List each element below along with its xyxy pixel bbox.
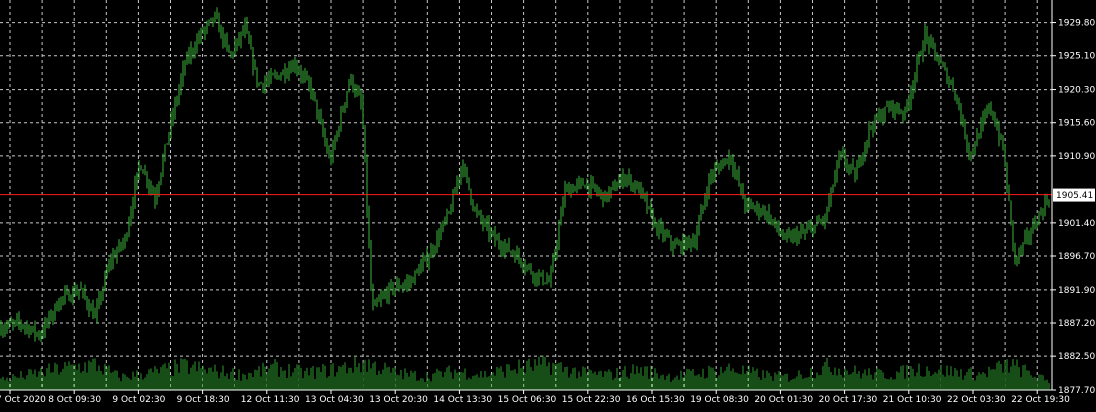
x-axis: 7 Oct 2020 8 Oct 09:30 9 Oct 02:30 9 Oct 18… — [0, 389, 1070, 405]
x-tick-label: 21 Oct 10:30 — [883, 395, 942, 405]
price-chart[interactable]: 1929.80 1925.10 1920.30 1915.60 1910.90 1901.… — [0, 0, 1096, 408]
y-tick-label: 1896.70 — [1058, 252, 1095, 262]
x-tick-label: 8 Oct 09:30 — [48, 395, 101, 405]
y-tick-label: 1910.90 — [1058, 152, 1095, 162]
y-tick-label: 1925.10 — [1058, 52, 1095, 62]
x-tick-label: 16 Oct 15:30 — [626, 395, 685, 405]
x-tick-label: 9 Oct 02:30 — [112, 395, 165, 405]
y-tick-label: 1929.80 — [1058, 19, 1095, 29]
x-tick-label: 13 Oct 04:30 — [305, 395, 364, 405]
chart-svg: 1929.80 1925.10 1920.30 1915.60 1910.90 1901.… — [0, 0, 1095, 405]
y-tick-label: 1891.90 — [1058, 286, 1095, 296]
current-price-label: 1905.41 — [1053, 188, 1095, 202]
x-tick-label: 22 Oct 19:30 — [1011, 395, 1070, 405]
x-tick-label: 13 Oct 20:30 — [369, 395, 428, 405]
x-tick-label: 12 Oct 11:30 — [241, 395, 300, 405]
y-tick-label: 1920.30 — [1058, 86, 1095, 96]
y-tick-label: 1887.20 — [1058, 319, 1095, 329]
current-price-text: 1905.41 — [1056, 191, 1093, 201]
x-tick-label: 15 Oct 22:30 — [562, 395, 621, 405]
y-tick-label: 1882.50 — [1058, 352, 1095, 362]
y-tick-label: 1915.60 — [1058, 119, 1095, 129]
x-tick-label: 20 Oct 01:30 — [754, 395, 813, 405]
x-tick-label: 20 Oct 17:30 — [819, 395, 878, 405]
x-tick-label: 9 Oct 18:30 — [177, 395, 230, 405]
x-tick-label: 19 Oct 08:30 — [690, 395, 749, 405]
x-tick-label: 15 Oct 06:30 — [498, 395, 557, 405]
y-tick-label: 1901.40 — [1058, 219, 1095, 229]
x-tick-label: 7 Oct 2020 — [0, 395, 46, 405]
x-tick-label: 14 Oct 13:30 — [433, 395, 492, 405]
x-tick-label: 22 Oct 03:30 — [947, 395, 1006, 405]
